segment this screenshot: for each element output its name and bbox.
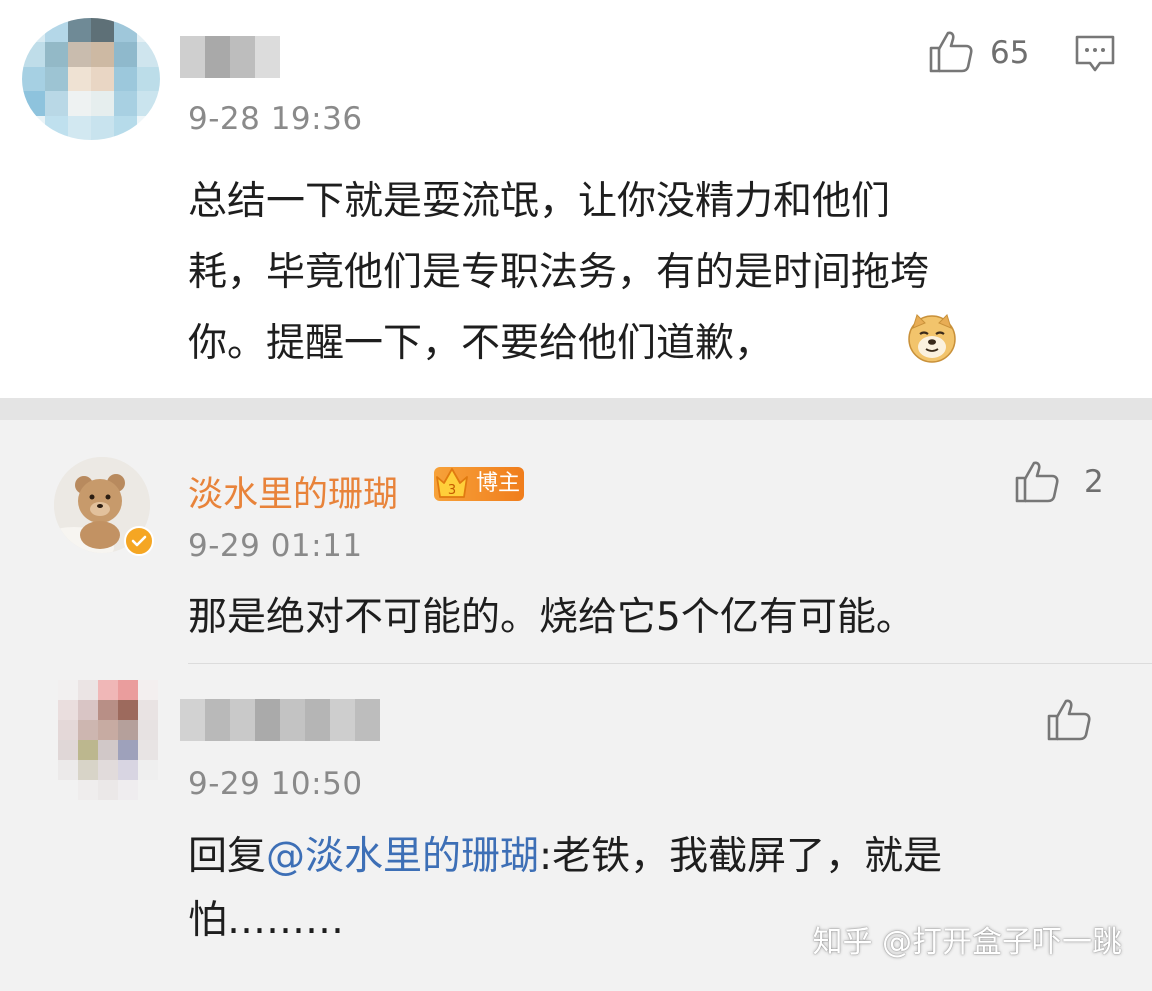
svg-text:3: 3: [448, 483, 456, 498]
comment-card: 9-28 19:36 65 总结一下就是耍流氓，让你没精力和他们 耗，毕竟他们是…: [0, 0, 1152, 398]
comment-text-line: 你。提醒一下，不要给他们道歉，: [188, 321, 774, 366]
avatar[interactable]: [58, 680, 158, 800]
like-count: 2: [1084, 464, 1104, 500]
reply-text-line: 怕………: [188, 898, 345, 943]
like-count: 65: [990, 35, 1030, 71]
reply-list: [0, 420, 1152, 991]
crown-icon: 3: [432, 463, 472, 514]
reply-time: 9-29 10:50: [188, 766, 363, 802]
comment-text-line: 总结一下就是耍流氓，让你没精力和他们: [188, 179, 891, 224]
comment-time: 9-28 19:36: [188, 101, 363, 137]
section-divider: [0, 398, 1152, 420]
verified-badge-icon: [124, 526, 154, 556]
doge-emoji-icon: [906, 312, 958, 368]
reply-text: 那是绝对不可能的。烧给它5个亿有可能。: [188, 595, 915, 640]
thumbs-up-icon[interactable]: [928, 30, 974, 74]
blogger-badge: 3 博主: [434, 467, 524, 501]
watermark: 知乎 @打开盒子吓一跳: [812, 925, 1122, 960]
username-blurred[interactable]: [180, 36, 280, 78]
badge-label: 博主: [476, 471, 521, 496]
comment-text-line: 耗，毕竟他们是专职法务，有的是时间拖垮: [188, 250, 930, 295]
reply-text-line: 回复@淡水里的珊瑚:老铁，我截屏了，就是: [188, 821, 942, 892]
thumbs-up-icon[interactable]: [1046, 698, 1092, 742]
reply-separator: [188, 663, 1152, 664]
username-blurred[interactable]: [180, 699, 380, 741]
mention-link[interactable]: @淡水里的珊瑚: [266, 834, 539, 879]
thumbs-up-icon[interactable]: [1014, 460, 1060, 504]
reply-text: :老铁，我截屏了，就是: [539, 834, 943, 879]
reply-time: 9-29 01:11: [188, 528, 363, 564]
avatar[interactable]: [22, 18, 160, 140]
reply-username[interactable]: 淡水里的珊瑚: [188, 466, 398, 517]
comment-icon[interactable]: [1074, 34, 1116, 74]
reply-prefix: 回复: [188, 834, 267, 879]
